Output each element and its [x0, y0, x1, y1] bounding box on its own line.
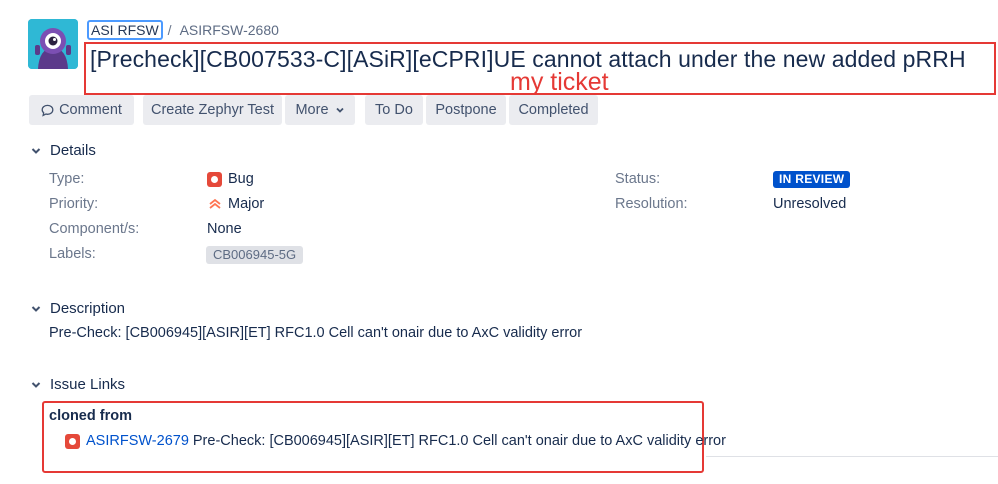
details-heading: Details: [50, 142, 96, 159]
create-zephyr-test-label: Create Zephyr Test: [150, 102, 275, 118]
type-value: Bug: [207, 171, 254, 187]
priority-value-text: Major: [228, 196, 265, 212]
label-chip[interactable]: CB006945-5G: [206, 246, 304, 264]
chevron-down-icon: [31, 147, 41, 154]
comment-button-label: Comment: [59, 102, 122, 118]
completed-label: Completed: [518, 102, 589, 118]
description-text: Pre-Check: [CB006945][ASIR][ET] RFC1.0 C…: [49, 325, 583, 341]
issue-links-highlight-box: cloned from ASIRFSW-2679 Pre-Check: [CB0…: [42, 401, 726, 473]
more-button[interactable]: More: [285, 95, 355, 125]
priority-label: Priority:: [49, 196, 99, 212]
postpone-button[interactable]: Postpone: [426, 95, 506, 125]
linked-issue-row: ASIRFSW-2679 Pre-Check: [CB006945][ASIR]…: [65, 433, 726, 449]
bug-icon: [207, 171, 222, 187]
status-label: Status:: [615, 171, 661, 187]
postpone-label: Postpone: [435, 102, 497, 118]
bug-icon: [65, 433, 80, 449]
comment-icon: [41, 104, 54, 117]
linked-issue-summary: Pre-Check: [CB006945][ASIR][ET] RFC1.0 C…: [192, 433, 726, 449]
issue-links-heading: Issue Links: [50, 376, 126, 393]
description-heading: Description: [50, 300, 126, 317]
completed-button[interactable]: Completed: [509, 95, 598, 125]
major-priority-icon: [209, 198, 221, 209]
component-label: Component/s:: [49, 221, 140, 237]
type-value-text: Bug: [228, 171, 254, 187]
linked-issue-key-link[interactable]: ASIRFSW-2679: [86, 433, 189, 449]
resolution-value: Unresolved: [773, 196, 847, 212]
divider: [706, 456, 998, 457]
description-section-toggle[interactable]: Description: [30, 300, 125, 317]
to-do-label: To Do: [375, 102, 413, 118]
status-badge: IN REVIEW: [773, 171, 851, 188]
breadcrumb-issue-key-link[interactable]: ASIRFSW-2680: [180, 22, 279, 38]
labels-label: Labels:: [49, 246, 96, 262]
issue-links-section-toggle[interactable]: Issue Links: [30, 376, 125, 393]
chevron-down-icon: [31, 381, 41, 388]
component-value: None: [207, 221, 242, 237]
details-section-toggle[interactable]: Details: [30, 142, 96, 159]
chevron-down-icon: [335, 107, 344, 113]
link-relation-label: cloned from: [49, 408, 132, 424]
more-button-label: More: [295, 102, 329, 118]
priority-value: Major: [207, 196, 264, 212]
chevron-down-icon: [31, 305, 41, 312]
comment-button[interactable]: Comment: [29, 95, 134, 125]
create-zephyr-test-button[interactable]: Create Zephyr Test: [143, 95, 282, 125]
resolution-label: Resolution:: [615, 196, 688, 212]
breadcrumb-separator: /: [167, 22, 172, 38]
title-highlight-box: [Precheck][CB007533-C][ASiR][eCPRI]UE ca…: [84, 42, 996, 96]
type-label: Type:: [49, 171, 85, 187]
breadcrumb-project-link[interactable]: ASI RFSW: [87, 20, 163, 40]
annotation-text: my ticket: [510, 68, 609, 96]
breadcrumb: ASI RFSW / ASIRFSW-2680: [87, 20, 279, 40]
project-avatar-icon[interactable]: [28, 19, 78, 69]
to-do-button[interactable]: To Do: [365, 95, 423, 125]
